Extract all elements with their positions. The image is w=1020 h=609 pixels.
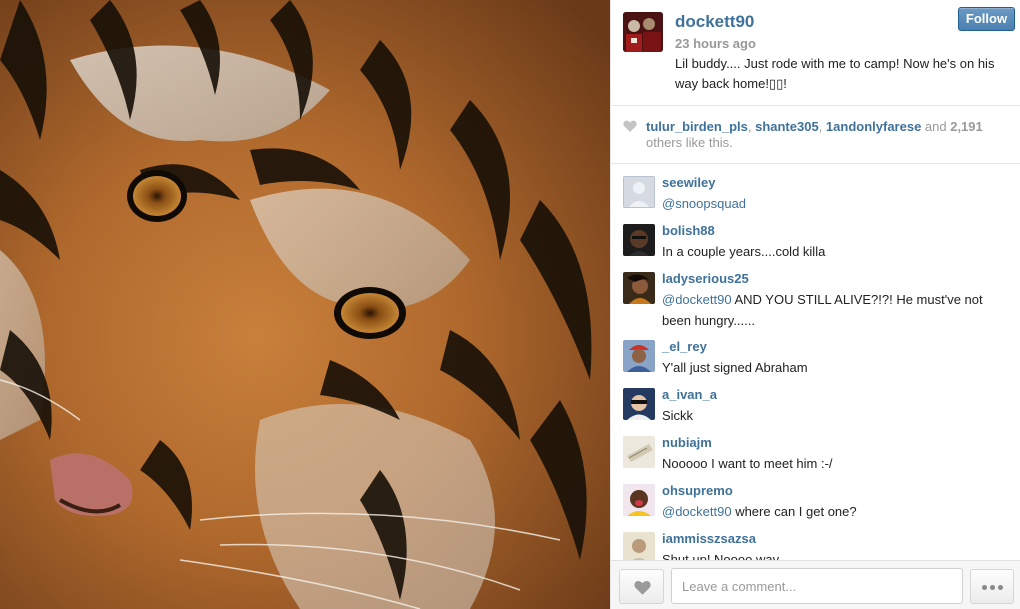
- comment-item: a_ivan_a Sickk: [611, 376, 1020, 424]
- comment-item: ladyserious25 @dockett90 AND YOU STILL A…: [611, 260, 1020, 328]
- liker-link[interactable]: tulur_birden_pls: [646, 119, 748, 134]
- commenter-username[interactable]: ladyserious25: [662, 271, 749, 286]
- like-button[interactable]: [619, 569, 664, 604]
- separator: ,: [747, 119, 756, 134]
- post-photo[interactable]: [0, 0, 610, 609]
- likes-text: tulur_birden_pls, shante305, 1andonlyfar…: [646, 119, 1006, 151]
- commenter-username[interactable]: ohsupremo: [662, 483, 733, 498]
- heart-icon: [623, 120, 637, 132]
- comment-text: @dockett90 AND YOU STILL ALIVE?!?! He mu…: [662, 289, 1007, 331]
- more-dots-icon: [990, 585, 995, 590]
- comment-item: _el_rey Y'all just signed Abraham: [611, 328, 1020, 376]
- comment-item: bolish88 In a couple years....cold killa: [611, 212, 1020, 260]
- commenter-avatar[interactable]: [623, 436, 655, 468]
- likes-tail: others like this.: [646, 135, 733, 150]
- liker-link[interactable]: shante305: [755, 119, 819, 134]
- commenter-username[interactable]: a_ivan_a: [662, 387, 717, 402]
- comment-body: Nooooo I want to meet him :-/: [662, 456, 833, 471]
- more-dots-icon: [998, 585, 1003, 590]
- commenter-username[interactable]: _el_rey: [662, 339, 707, 354]
- comment-body: Sickk: [662, 408, 694, 423]
- comment-text: Sickk: [662, 405, 1007, 426]
- comment-body: where can I get one?: [731, 504, 857, 519]
- commenter-username[interactable]: nubiajm: [662, 435, 712, 450]
- mention-link[interactable]: @dockett90: [662, 504, 732, 519]
- commenter-username[interactable]: seewiley: [662, 175, 716, 190]
- post-details-panel: dockett90 23 hours ago Lil buddy.... Jus…: [610, 0, 1020, 609]
- comment-item: iammisszsazsa Shut up! Noooo way: [611, 520, 1020, 560]
- liker-link[interactable]: 1andonlyfarese: [826, 119, 921, 134]
- commenter-avatar[interactable]: [623, 532, 655, 560]
- comment-item: seewiley @snoopsquad: [611, 164, 1020, 212]
- post-header: dockett90 23 hours ago Lil buddy.... Jus…: [611, 0, 1020, 106]
- and-text: and: [921, 119, 951, 134]
- comment-text: In a couple years....cold killa: [662, 241, 1007, 262]
- comment-body: Shut up! Noooo way: [662, 552, 780, 560]
- commenter-username[interactable]: iammisszsazsa: [662, 531, 756, 546]
- comment-body: In a couple years....cold killa: [662, 244, 826, 259]
- tiger-image: [0, 0, 610, 609]
- comment-input[interactable]: [671, 568, 963, 604]
- comment-text: @snoopsquad: [662, 193, 1007, 214]
- commenter-avatar[interactable]: [623, 272, 655, 304]
- likes-count[interactable]: 2,191: [950, 119, 983, 134]
- mention-link[interactable]: @dockett90: [662, 292, 732, 307]
- comment-text: Y'all just signed Abraham: [662, 357, 1007, 378]
- separator: ,: [818, 119, 826, 134]
- commenter-avatar[interactable]: [623, 484, 655, 516]
- commenter-avatar[interactable]: [623, 340, 655, 372]
- comment-body: Y'all just signed Abraham: [662, 360, 808, 375]
- comment-bar: [611, 560, 1020, 609]
- commenter-avatar[interactable]: [623, 388, 655, 420]
- comments-list[interactable]: seewiley @snoopsquad bolish88 In a coupl…: [611, 164, 1020, 560]
- heart-icon: [634, 581, 651, 595]
- post-caption: Lil buddy.... Just rode with me to camp!…: [675, 56, 995, 91]
- owner-username[interactable]: dockett90: [675, 12, 754, 32]
- post-timestamp[interactable]: 23 hours ago: [675, 36, 756, 51]
- more-dots-icon: [982, 585, 987, 590]
- commenter-avatar[interactable]: [623, 176, 655, 208]
- follow-button[interactable]: Follow: [958, 7, 1015, 31]
- owner-avatar[interactable]: [623, 12, 663, 52]
- comment-item: nubiajm Nooooo I want to meet him :-/: [611, 424, 1020, 472]
- comment-text: @dockett90 where can I get one?: [662, 501, 1007, 522]
- likes-summary: tulur_birden_pls, shante305, 1andonlyfar…: [611, 106, 1020, 164]
- commenter-avatar[interactable]: [623, 224, 655, 256]
- more-options-button[interactable]: [970, 569, 1014, 604]
- comment-text: Shut up! Noooo way: [662, 549, 1007, 560]
- commenter-username[interactable]: bolish88: [662, 223, 715, 238]
- mention-link[interactable]: @snoopsquad: [662, 196, 746, 211]
- comment-item: ohsupremo @dockett90 where can I get one…: [611, 472, 1020, 520]
- comment-text: Nooooo I want to meet him :-/: [662, 453, 1007, 474]
